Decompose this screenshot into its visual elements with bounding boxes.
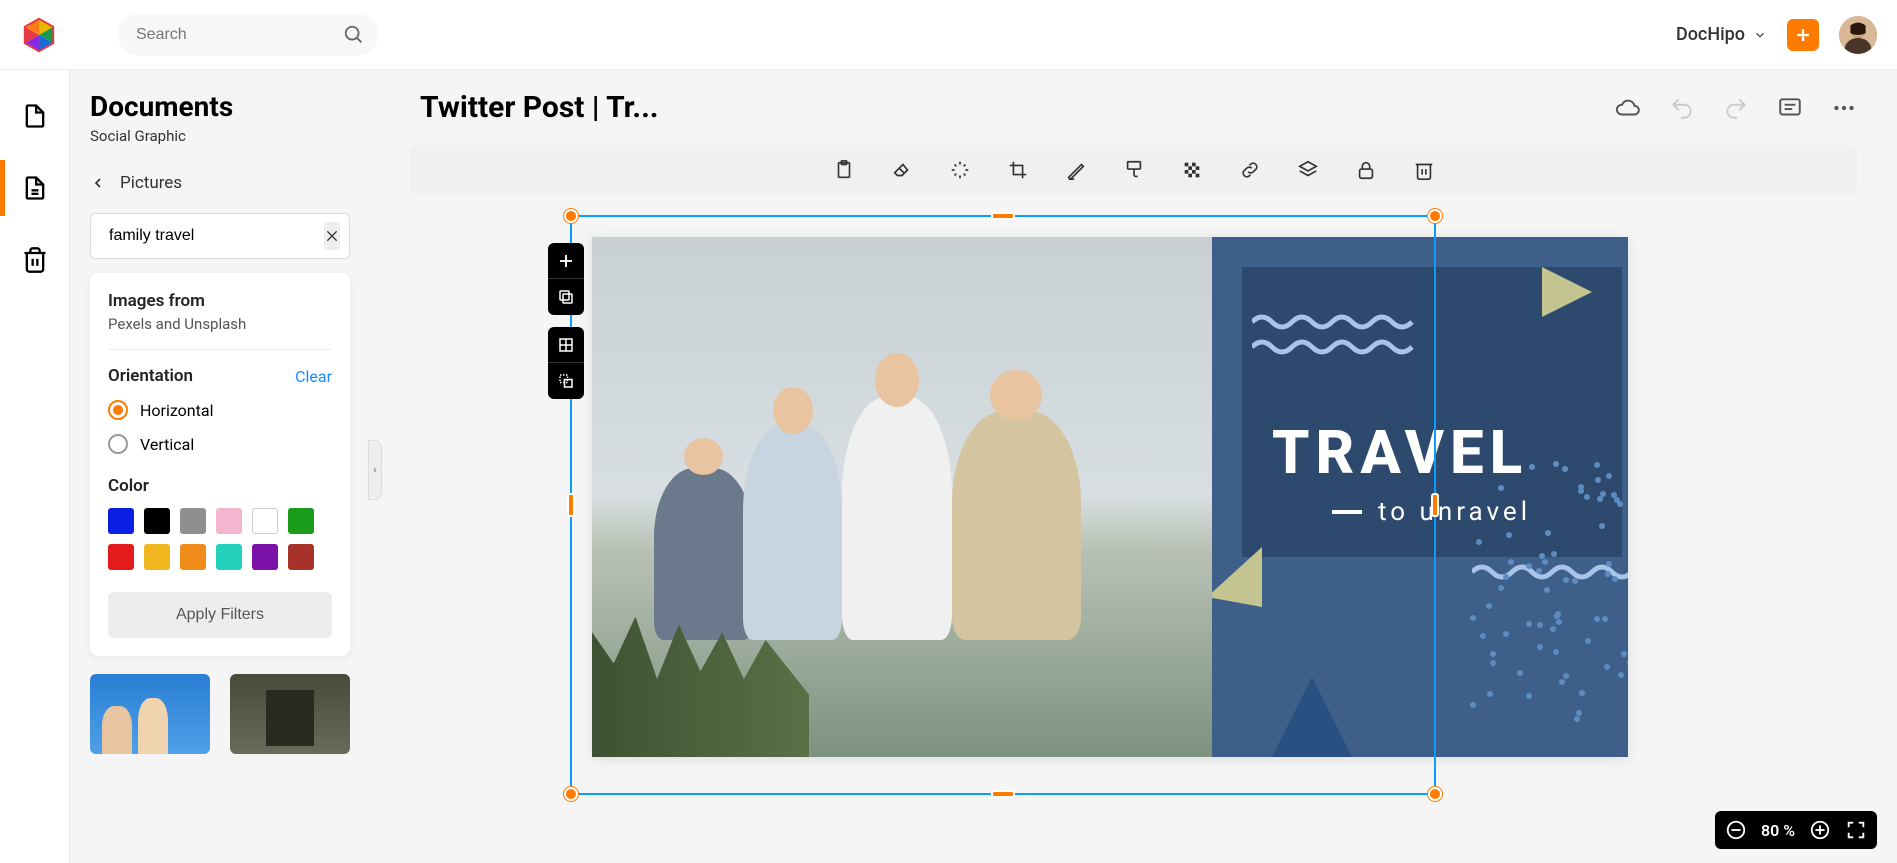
resize-handle[interactable] bbox=[1431, 493, 1439, 517]
filter-panel: Images from Pexels and Unsplash Orientat… bbox=[90, 273, 350, 656]
resize-handle[interactable] bbox=[1428, 209, 1442, 223]
header-right: DocHipo bbox=[1676, 16, 1877, 54]
radio-selected-icon bbox=[108, 400, 128, 420]
resize-handle[interactable] bbox=[564, 787, 578, 801]
picture-search-input[interactable] bbox=[101, 227, 324, 245]
delete-icon[interactable] bbox=[1413, 159, 1435, 181]
color-label: Color bbox=[108, 476, 332, 496]
radio-label: Horizontal bbox=[140, 401, 213, 420]
color-swatch[interactable] bbox=[288, 544, 314, 570]
picture-search[interactable] bbox=[90, 213, 350, 259]
app-logo[interactable] bbox=[20, 16, 58, 54]
brand-label: DocHipo bbox=[1676, 24, 1745, 45]
effects-icon[interactable] bbox=[949, 159, 971, 181]
sidebar-subtitle: Social Graphic bbox=[90, 127, 350, 145]
color-swatch[interactable] bbox=[108, 508, 134, 534]
floating-tools-2 bbox=[548, 327, 584, 399]
zoom-in-button[interactable] bbox=[1809, 819, 1831, 841]
orientation-vertical[interactable]: Vertical bbox=[108, 434, 332, 454]
global-search[interactable] bbox=[118, 14, 378, 56]
resize-handle[interactable] bbox=[1428, 787, 1442, 801]
selection-box[interactable] bbox=[570, 215, 1436, 795]
undo-button[interactable] bbox=[1669, 95, 1695, 121]
redo-button[interactable] bbox=[1723, 95, 1749, 121]
color-swatch[interactable] bbox=[252, 508, 278, 534]
document-actions bbox=[1615, 95, 1857, 121]
rail-documents-icon[interactable] bbox=[19, 100, 51, 132]
clipboard-icon[interactable] bbox=[833, 159, 855, 181]
radio-unselected-icon bbox=[108, 434, 128, 454]
lock-icon[interactable] bbox=[1355, 159, 1377, 181]
main-area: Twitter Post | Tr... bbox=[400, 70, 1897, 863]
transparency-icon[interactable] bbox=[1181, 159, 1203, 181]
eraser-icon[interactable] bbox=[891, 159, 913, 181]
resize-handle[interactable] bbox=[567, 493, 575, 517]
add-icon[interactable] bbox=[548, 243, 584, 279]
collapse-sidebar-button[interactable] bbox=[368, 440, 382, 500]
grid-icon[interactable] bbox=[548, 327, 584, 363]
triangle-shape bbox=[1542, 257, 1602, 327]
document-title[interactable]: Twitter Post | Tr... bbox=[420, 90, 658, 125]
color-swatch[interactable] bbox=[252, 544, 278, 570]
chevron-down-icon bbox=[1753, 28, 1767, 42]
rail-trash-icon[interactable] bbox=[19, 244, 51, 276]
cloud-sync-icon[interactable] bbox=[1615, 95, 1641, 121]
crop-icon[interactable] bbox=[1007, 159, 1029, 181]
rail-page-icon[interactable] bbox=[19, 172, 51, 204]
color-swatch[interactable] bbox=[144, 508, 170, 534]
images-from-value: Pexels and Unsplash bbox=[108, 315, 332, 333]
color-swatch[interactable] bbox=[180, 508, 206, 534]
result-thumbnails bbox=[90, 674, 350, 754]
resize-handle[interactable] bbox=[564, 209, 578, 223]
color-swatch[interactable] bbox=[180, 544, 206, 570]
color-swatches bbox=[108, 508, 332, 570]
divider bbox=[108, 349, 332, 350]
resize-canvas-icon[interactable] bbox=[548, 363, 584, 399]
layers-icon[interactable] bbox=[1297, 159, 1319, 181]
user-avatar[interactable] bbox=[1839, 16, 1877, 54]
images-from-label: Images from bbox=[108, 291, 332, 311]
resize-handle[interactable] bbox=[991, 790, 1015, 798]
color-swatch[interactable] bbox=[216, 508, 242, 534]
paint-icon[interactable] bbox=[1123, 159, 1145, 181]
clear-search-button[interactable] bbox=[324, 222, 340, 250]
resize-handle[interactable] bbox=[991, 212, 1015, 220]
search-input[interactable] bbox=[136, 26, 343, 44]
close-icon bbox=[324, 228, 340, 244]
breadcrumb-label: Pictures bbox=[120, 173, 182, 193]
chevron-left-icon bbox=[90, 175, 106, 191]
search-icon bbox=[343, 24, 365, 46]
clear-filters-link[interactable]: Clear bbox=[295, 367, 332, 386]
link-icon[interactable] bbox=[1239, 159, 1261, 181]
element-toolbar bbox=[410, 145, 1857, 195]
color-swatch[interactable] bbox=[108, 544, 134, 570]
sidebar: Documents Social Graphic Pictures Images… bbox=[70, 70, 370, 863]
breadcrumb-back[interactable]: Pictures bbox=[90, 173, 350, 193]
thumbnail[interactable] bbox=[230, 674, 350, 754]
duplicate-icon[interactable] bbox=[548, 279, 584, 315]
left-rail bbox=[0, 70, 70, 863]
draw-icon[interactable] bbox=[1065, 159, 1087, 181]
floating-tools-1 bbox=[548, 243, 584, 315]
new-document-button[interactable] bbox=[1787, 19, 1819, 51]
orientation-label: Orientation bbox=[108, 366, 193, 386]
comments-icon[interactable] bbox=[1777, 95, 1803, 121]
document-header: Twitter Post | Tr... bbox=[400, 70, 1897, 135]
thumbnail[interactable] bbox=[90, 674, 210, 754]
fullscreen-button[interactable] bbox=[1845, 819, 1867, 841]
radio-label: Vertical bbox=[140, 435, 194, 454]
zoom-controls: 80 % bbox=[1715, 811, 1877, 849]
app-header: DocHipo bbox=[0, 0, 1897, 70]
orientation-horizontal[interactable]: Horizontal bbox=[108, 400, 332, 420]
color-swatch[interactable] bbox=[144, 544, 170, 570]
color-swatch[interactable] bbox=[288, 508, 314, 534]
apply-filters-button[interactable]: Apply Filters bbox=[108, 592, 332, 638]
brand-menu[interactable]: DocHipo bbox=[1676, 24, 1767, 45]
zoom-level[interactable]: 80 % bbox=[1761, 821, 1795, 840]
sidebar-title: Documents bbox=[90, 90, 350, 123]
zoom-out-button[interactable] bbox=[1725, 819, 1747, 841]
color-swatch[interactable] bbox=[216, 544, 242, 570]
more-menu-icon[interactable] bbox=[1831, 95, 1857, 121]
